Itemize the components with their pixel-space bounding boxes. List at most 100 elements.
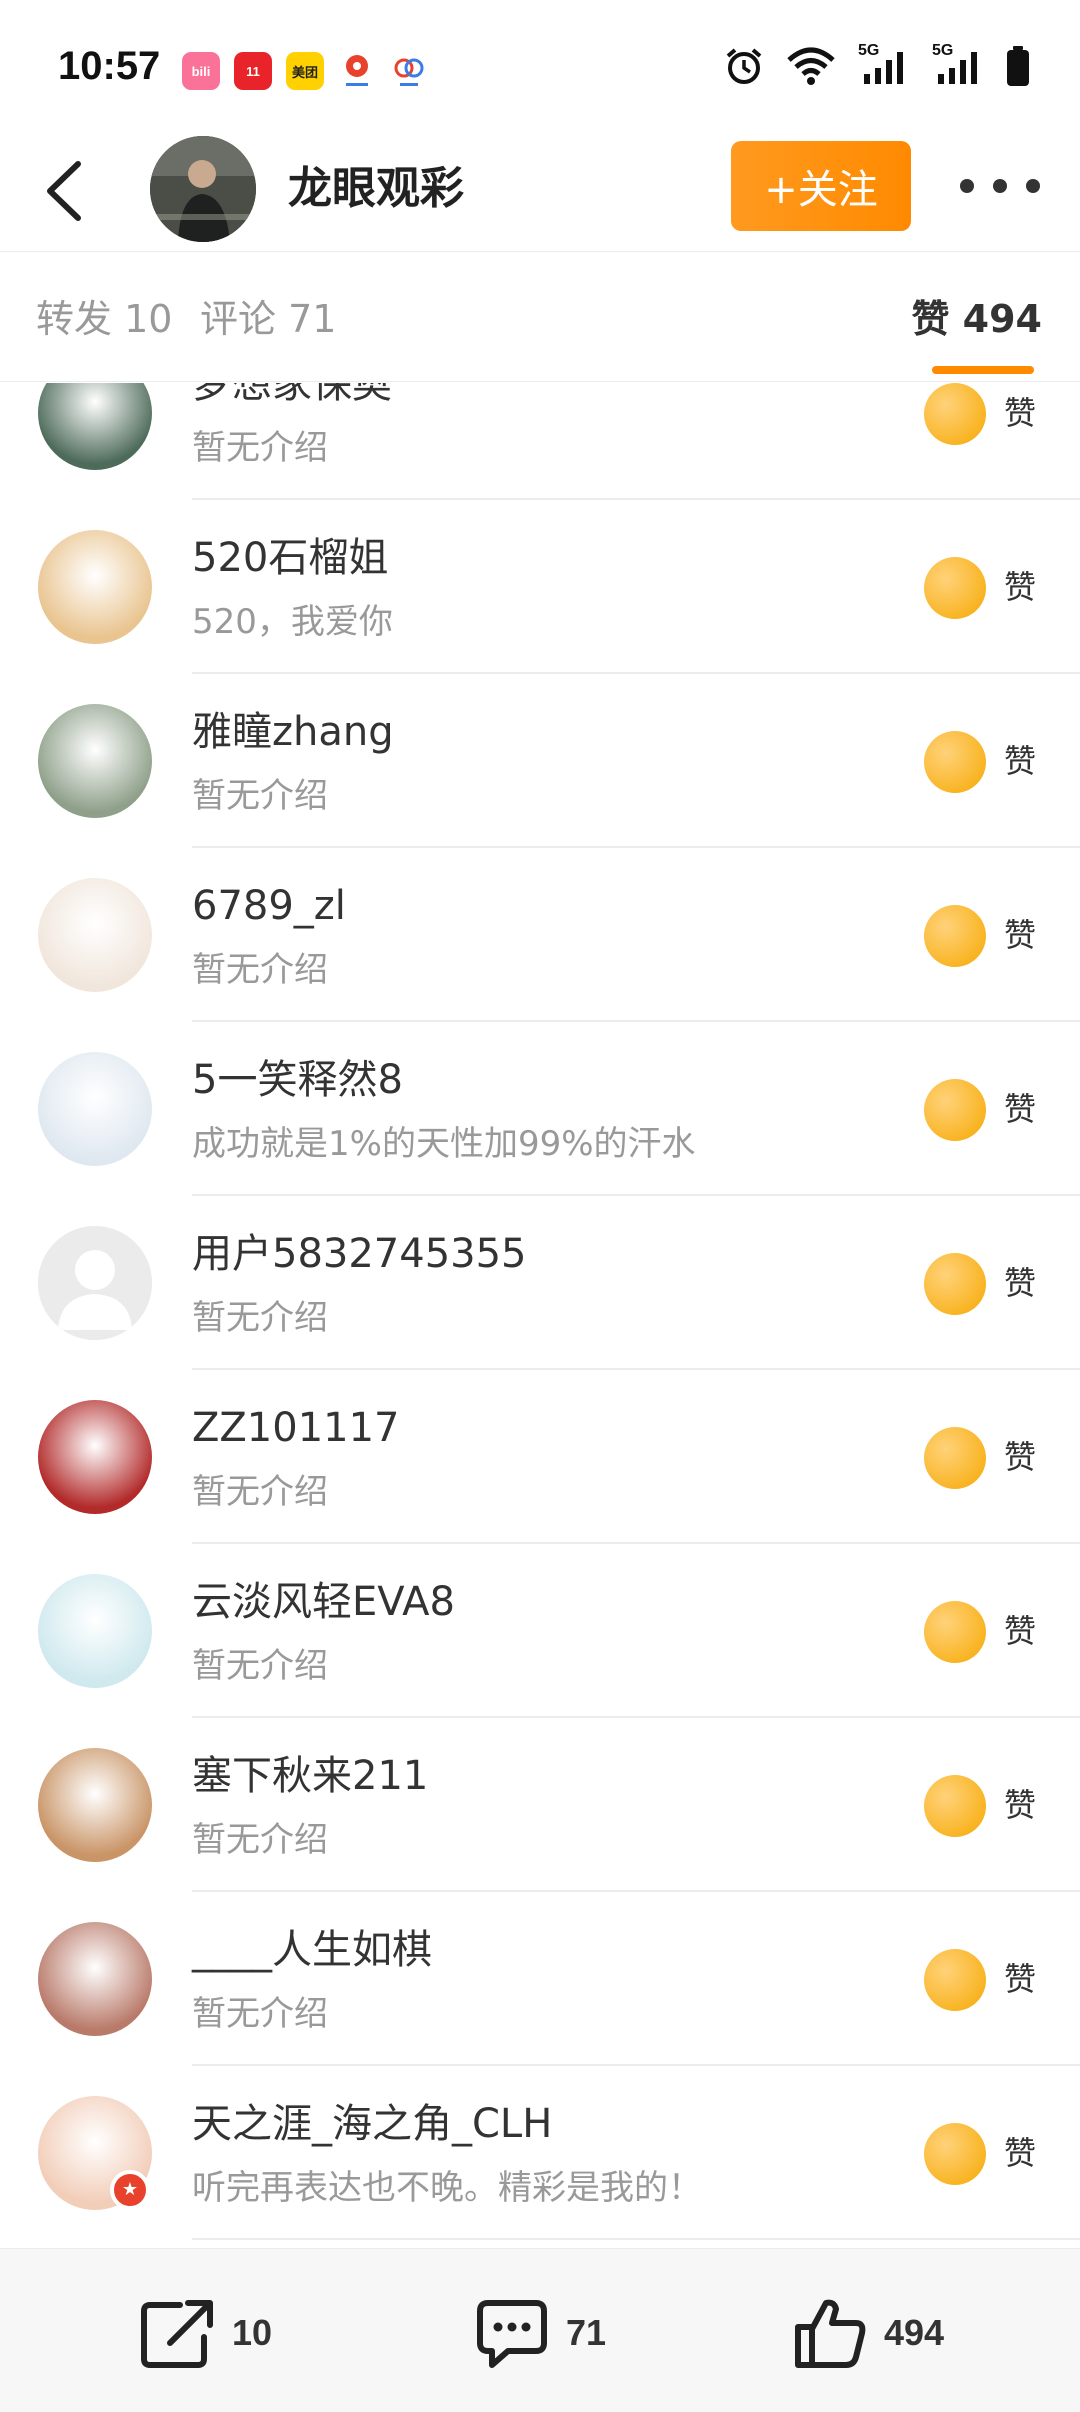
- list-item[interactable]: 梦想家保奥 暂无介绍 赞: [0, 383, 1080, 500]
- list-item[interactable]: 用户5832745355 暂无介绍 赞: [0, 1196, 1080, 1370]
- tab-comments[interactable]: 评论 71: [200, 292, 336, 346]
- list-item[interactable]: 520石榴姐 520，我爱你 赞: [0, 500, 1080, 674]
- user-bio: 成功就是1%的天性加99%的汗水: [192, 1124, 696, 1164]
- like-label: 赞: [1004, 1264, 1037, 1302]
- user-name[interactable]: ____人生如棋: [192, 1922, 432, 1978]
- user-bio: 暂无介绍: [192, 1820, 328, 1860]
- user-bio: 暂无介绍: [192, 1994, 328, 2034]
- user-name[interactable]: 5一笑释然8: [192, 1052, 403, 1108]
- tab-reposts[interactable]: 转发 10: [36, 292, 172, 346]
- back-button[interactable]: [34, 156, 94, 226]
- author-avatar[interactable]: [150, 136, 256, 242]
- tab-bar: 转发 10 评论 71 赞 494: [0, 252, 1080, 382]
- like-badge-icon: [924, 1949, 986, 2011]
- user-bio: 暂无介绍: [192, 1472, 328, 1512]
- status-bar: 10:57 bili 11 美团 5G 5G: [0, 0, 1080, 130]
- like-count: 494: [884, 2312, 945, 2353]
- like-label: 赞: [1004, 2134, 1037, 2172]
- signal-5g-1: 5G: [858, 42, 910, 86]
- battery-icon: [1007, 46, 1029, 86]
- comment-count: 71: [566, 2312, 607, 2353]
- like-badge-icon: [924, 557, 986, 619]
- status-indicators: 5G 5G: [724, 42, 1030, 86]
- like-badge-icon: [924, 1253, 986, 1315]
- user-avatar[interactable]: [38, 1748, 152, 1862]
- user-bio: 暂无介绍: [192, 1298, 328, 1338]
- repost-count: 10: [232, 2312, 273, 2353]
- likes-list: 梦想家保奥 暂无介绍赞 520石榴姐 520，我爱你赞雅瞳zhang 暂无介绍赞 6789…: [0, 383, 1080, 2240]
- status-app-icons: bili 11 美团: [182, 52, 428, 90]
- wifi-icon: [787, 47, 835, 85]
- user-avatar[interactable]: [38, 1922, 152, 2036]
- like-badge-icon: [924, 1775, 986, 1837]
- likes-list-viewport[interactable]: 梦想家保奥 暂无介绍赞 520石榴姐 520，我爱你赞雅瞳zhang 暂无介绍赞 6789…: [0, 383, 1080, 2245]
- cloud-icon: [390, 52, 428, 90]
- more-options-icon[interactable]: [960, 164, 1040, 208]
- like-badge-icon: [924, 1601, 986, 1663]
- page-title: 龙眼观彩: [288, 163, 464, 214]
- list-item[interactable]: 塞下秋来211 暂无介绍 赞: [0, 1718, 1080, 1892]
- list-item[interactable]: 5一笑释然8 成功就是1%的天性加99%的汗水 赞: [0, 1022, 1080, 1196]
- user-avatar[interactable]: [38, 878, 152, 992]
- bilibili-icon: bili: [182, 52, 220, 90]
- user-name[interactable]: 6789_zl: [192, 878, 346, 934]
- user-avatar[interactable]: [38, 1574, 152, 1688]
- like-badge-icon: [924, 1427, 986, 1489]
- meituan-icon: 美团: [286, 52, 324, 90]
- status-time: 10:57: [58, 44, 161, 88]
- like-label: 赞: [1004, 1090, 1037, 1128]
- tab-active-indicator: [932, 366, 1034, 374]
- user-name[interactable]: ZZ101117: [192, 1400, 400, 1456]
- user-name[interactable]: 梦想家保奥: [192, 383, 392, 412]
- user-avatar[interactable]: [38, 1226, 152, 1340]
- user-name[interactable]: 用户5832745355: [192, 1226, 527, 1282]
- tab-likes[interactable]: 赞 494: [911, 292, 1042, 346]
- divider: [192, 2238, 1080, 2240]
- like-label: 赞: [1004, 1786, 1037, 1824]
- repost-button[interactable]: 10: [140, 2293, 272, 2373]
- verified-badge-icon: ★: [110, 2170, 150, 2210]
- signal-5g-2: 5G: [932, 42, 984, 86]
- user-avatar[interactable]: [38, 1400, 152, 1514]
- list-item[interactable]: 云淡风轻EVA8 暂无介绍 赞: [0, 1544, 1080, 1718]
- signal-icon: [864, 52, 903, 84]
- list-item[interactable]: ZZ101117 暂无介绍 赞: [0, 1370, 1080, 1544]
- like-badge-icon: [924, 905, 986, 967]
- list-item[interactable]: 6789_zl 暂无介绍 赞: [0, 848, 1080, 1022]
- like-badge-icon: [924, 383, 986, 445]
- like-label: 赞: [1004, 1438, 1037, 1476]
- user-name[interactable]: 雅瞳zhang: [192, 704, 394, 760]
- bottom-action-bar: 10 71 494: [0, 2248, 1080, 2412]
- list-item[interactable]: ____人生如棋 暂无介绍 赞: [0, 1892, 1080, 2066]
- user-avatar[interactable]: [38, 704, 152, 818]
- like-badge-icon: [924, 731, 986, 793]
- comment-icon: [477, 2300, 547, 2368]
- signal-icon: [938, 52, 977, 84]
- like-badge-icon: [924, 2123, 986, 2185]
- like-label: 赞: [1004, 1612, 1037, 1650]
- user-avatar[interactable]: [38, 1052, 152, 1166]
- user-avatar[interactable]: [38, 530, 152, 644]
- user-name[interactable]: 云淡风轻EVA8: [192, 1574, 455, 1630]
- list-item[interactable]: 天之涯_海之角_CLH 听完再表达也不晚。精彩是我的！ 赞 ★: [0, 2066, 1080, 2240]
- alarm-icon: [726, 48, 762, 84]
- like-badge-icon: [924, 1079, 986, 1141]
- comment-button[interactable]: 71: [474, 2293, 606, 2373]
- default-avatar-icon: [38, 1226, 152, 1340]
- like-button[interactable]: 494: [792, 2293, 944, 2373]
- user-name[interactable]: 天之涯_海之角_CLH: [192, 2096, 552, 2152]
- share-icon: [141, 2300, 213, 2368]
- follow-button[interactable]: +关注: [731, 141, 911, 231]
- user-name[interactable]: 520石榴姐: [192, 530, 388, 586]
- user-bio: 听完再表达也不晚。精彩是我的！: [192, 2168, 702, 2208]
- map-pin-icon: [338, 52, 376, 90]
- user-name[interactable]: 塞下秋来211: [192, 1748, 428, 1804]
- like-label: 赞: [1004, 568, 1037, 606]
- tmall-icon: 11: [234, 52, 272, 90]
- user-bio: 暂无介绍: [192, 428, 328, 468]
- list-item[interactable]: 雅瞳zhang 暂无介绍 赞: [0, 674, 1080, 848]
- user-bio: 暂无介绍: [192, 950, 328, 990]
- chevron-left-icon: [47, 161, 81, 221]
- user-bio: 520，我爱你: [192, 602, 393, 642]
- user-avatar[interactable]: [38, 383, 152, 470]
